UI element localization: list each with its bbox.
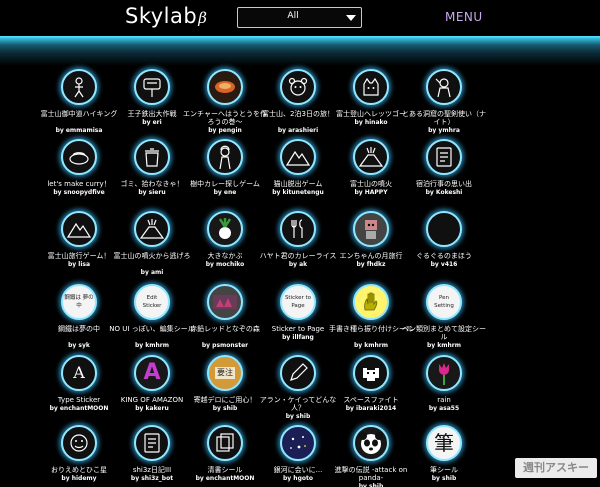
trash-icon[interactable] — [134, 139, 170, 175]
sticker-badge-text: Sticker to Page — [284, 295, 312, 309]
sticker-author: by ymhra — [428, 127, 460, 134]
sticker-card[interactable]: 宿泊行事の思い出 by Kokeshi — [401, 139, 487, 209]
sticker-title: rain — [437, 396, 451, 404]
notebook-icon[interactable] — [134, 425, 170, 461]
sticker-title: 筆シール — [430, 466, 458, 474]
sign-icon[interactable] — [134, 69, 170, 105]
edit-icon[interactable]: Edit Sticker — [134, 284, 170, 320]
sticker-card[interactable]: Pen Setting ペン類別まとめて設定シール by kmhrm — [401, 284, 487, 354]
robot-icon[interactable] — [353, 211, 389, 247]
sticker-badge-text: A — [73, 363, 85, 382]
sticker-badge-text: 鋼鐵は 夢の中 — [64, 295, 94, 309]
panda-icon[interactable] — [353, 425, 389, 461]
food-icon[interactable] — [207, 69, 243, 105]
hand-icon[interactable] — [353, 284, 389, 320]
hiker-icon[interactable] — [61, 69, 97, 105]
sticker-author: by v416 — [430, 261, 458, 268]
volcano-icon[interactable] — [353, 139, 389, 175]
sticker-badge-text: A — [143, 360, 161, 385]
volcano-icon[interactable] — [134, 211, 170, 247]
turnip-icon[interactable] — [207, 211, 243, 247]
blank-icon[interactable] — [426, 211, 462, 247]
notebook-icon[interactable] — [426, 139, 462, 175]
sticker-author: by kmhrm — [426, 342, 462, 349]
cat-icon[interactable] — [353, 69, 389, 105]
watermark: 週刊アスキー — [515, 458, 597, 478]
pencil-icon[interactable] — [280, 355, 316, 391]
pages-icon[interactable] — [207, 425, 243, 461]
knight-icon[interactable] — [426, 69, 462, 105]
face-icon[interactable] — [61, 425, 97, 461]
sticker-card[interactable]: 筆筆シール by shib — [401, 425, 487, 487]
sticker-badge-text: 筆 — [434, 431, 454, 455]
curry-icon[interactable] — [61, 139, 97, 175]
sticker-grid: 富士山御中道ハイキング by emmamisa 王子鉄出大作戦 by eri エンチャー… — [0, 0, 600, 487]
tulip-icon[interactable] — [426, 355, 462, 391]
sticker-card[interactable]: とある洞窟の聖剣使い（ナイト） by ymhra — [401, 69, 487, 139]
letter-icon[interactable]: A — [61, 355, 97, 391]
invader-icon[interactable] — [353, 355, 389, 391]
forest-icon[interactable] — [207, 284, 243, 320]
sticker-card[interactable]: ぐるぐるのまほう by v416 — [401, 211, 487, 281]
sticker-card[interactable]: rain by asa55 — [401, 355, 487, 425]
sticker-author: by shib — [431, 475, 457, 482]
stamp-icon[interactable]: 要注 — [207, 355, 243, 391]
a-logo-icon[interactable]: A — [134, 355, 170, 391]
sticker-author: by Kokeshi — [425, 189, 463, 196]
sticker-badge-text: Pen Setting — [434, 295, 454, 309]
text-icon[interactable]: Sticker to Page — [280, 284, 316, 320]
text-icon[interactable]: 鋼鐵は 夢の中 — [61, 284, 97, 320]
sticker-title: 宿泊行事の思い出 — [416, 180, 472, 188]
sticker-title: とある洞窟の聖剣使い（ナイト） — [402, 110, 486, 126]
mountain-icon[interactable] — [280, 139, 316, 175]
sticker-title: ペン類別まとめて設定シール — [402, 325, 486, 341]
mountain-icon[interactable] — [61, 211, 97, 247]
sticker-author: by asa55 — [428, 405, 460, 412]
sticker-badge-text: 要注 — [215, 367, 235, 379]
brush-icon[interactable]: 筆 — [426, 425, 462, 461]
sticker-badge-text: Edit Sticker — [142, 295, 162, 309]
pen-icon[interactable]: Pen Setting — [426, 284, 462, 320]
sticker-title: ぐるぐるのまほう — [416, 252, 472, 260]
bear-icon[interactable] — [280, 69, 316, 105]
galaxy-icon[interactable] — [280, 425, 316, 461]
cutlery-icon[interactable] — [280, 211, 316, 247]
girl-icon[interactable] — [207, 139, 243, 175]
